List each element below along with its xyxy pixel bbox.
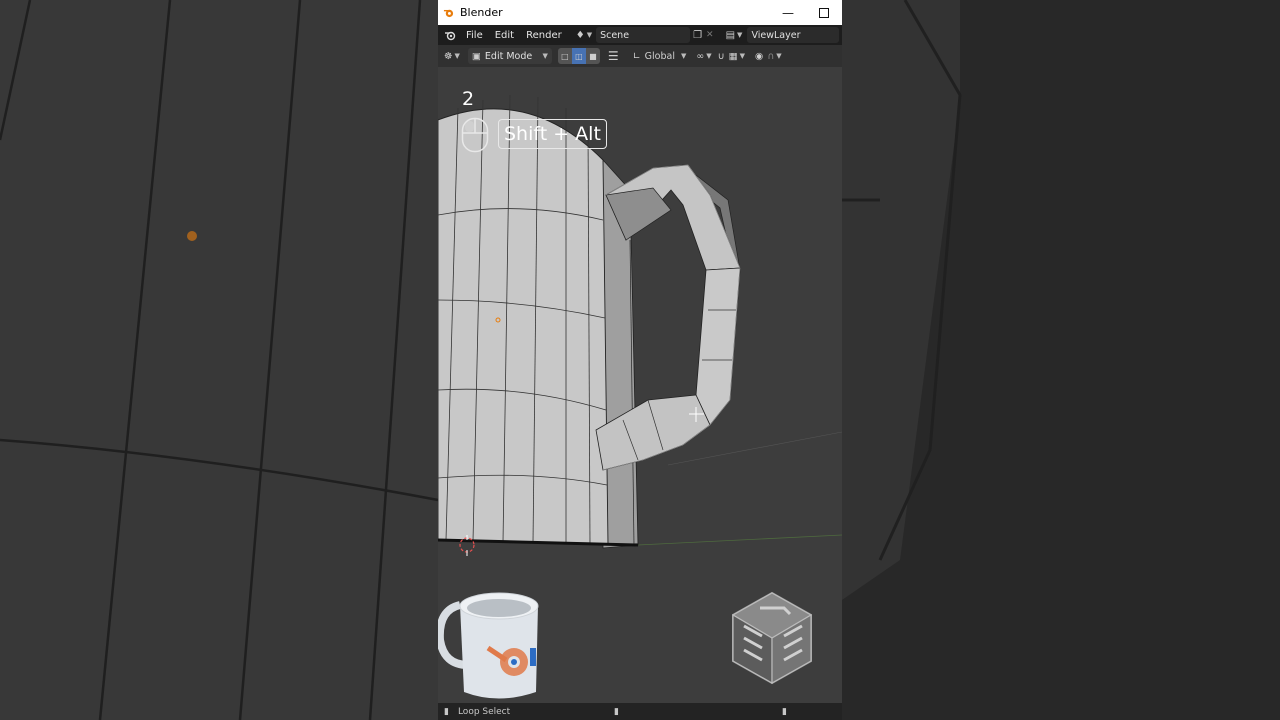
chevron-down-icon: ▼: [739, 52, 746, 60]
menu-render[interactable]: Render: [520, 30, 568, 41]
chevron-down-icon: ▼: [542, 52, 548, 60]
mouse-right-icon: ▮: [782, 706, 787, 717]
blender-logo-icon: [443, 9, 454, 18]
view-layer-name: ViewLayer: [751, 29, 801, 41]
menu-edit[interactable]: Edit: [489, 30, 520, 41]
falloff-icon: ∩: [767, 50, 775, 62]
hamburger-menu-icon[interactable]: ☰: [608, 48, 619, 64]
edge-select-button[interactable]: ◫: [571, 48, 586, 64]
edit-mode-icon: ▣: [471, 50, 481, 62]
window-title: Blender: [460, 6, 503, 19]
mouse-middle-icon: ▮: [614, 706, 619, 717]
mode-selector[interactable]: ▣ Edit Mode ▼: [467, 48, 552, 64]
scene-name-field[interactable]: Scene: [596, 27, 691, 43]
orientation-label: Global: [644, 50, 675, 62]
pivot-icon: ∞: [696, 50, 705, 62]
vertex-select-icon: □: [561, 51, 569, 61]
shortcut-key-badge: Shift + Alt: [498, 119, 607, 149]
view-layer-field[interactable]: ViewLayer: [747, 27, 840, 43]
proportional-edit-icon: ◉: [755, 50, 764, 62]
editor-type-icon: ☸: [444, 50, 453, 62]
blender-window: Blender — File Edit Render ♦ ▼ Scene ❐ ✕ …: [438, 0, 842, 720]
window-titlebar: Blender —: [438, 0, 842, 25]
maximize-icon: [819, 7, 829, 18]
chevron-down-icon: ▼: [680, 52, 687, 60]
keypress-count: 2: [462, 88, 475, 110]
snap-target-button[interactable]: ▦ ▼: [729, 48, 745, 64]
pivot-point-button[interactable]: ∞ ▼: [696, 48, 711, 64]
falloff-button[interactable]: ∩ ▼: [767, 48, 781, 64]
orientation-icon: ∟: [632, 50, 641, 62]
scene-selector[interactable]: ♦ ▼ Scene: [575, 27, 691, 43]
maximize-button[interactable]: [806, 0, 842, 25]
chevron-down-icon: ▼: [737, 31, 743, 39]
mouse-left-icon: ▮: [444, 706, 449, 717]
select-mode-group: □ ◫ ■: [557, 48, 600, 64]
scene-icon: ♦: [575, 29, 585, 41]
chevron-down-icon: ▼: [776, 52, 782, 60]
face-select-icon: ■: [589, 51, 597, 61]
minimize-button[interactable]: —: [770, 0, 806, 25]
snap-target-icon: ▦: [728, 50, 738, 62]
snap-toggle[interactable]: ∪: [718, 48, 725, 64]
menu-file[interactable]: File: [460, 30, 489, 41]
minimize-icon: —: [782, 5, 794, 20]
viewport-scene[interactable]: [438, 67, 842, 703]
status-action-label: Loop Select: [457, 706, 511, 717]
chevron-down-icon: ▼: [586, 31, 593, 39]
mode-label: Edit Mode: [484, 50, 533, 62]
proportional-edit-toggle[interactable]: ◉: [755, 48, 763, 64]
chevron-down-icon: ▼: [706, 52, 712, 60]
transform-orientation-selector[interactable]: ∟ Global ▼: [633, 48, 687, 64]
delete-scene-icon[interactable]: ✕: [706, 30, 714, 40]
magnet-icon: ∪: [717, 50, 725, 62]
chevron-down-icon: ▼: [454, 52, 460, 60]
scene-name: Scene: [600, 29, 630, 41]
face-select-button[interactable]: ■: [585, 48, 600, 64]
blender-menu-icon[interactable]: [444, 29, 456, 41]
viewport-header: ☸ ▼ ▣ Edit Mode ▼ □ ◫ ■ ☰ ∟ Global ▼ ∞ ▼ ∪…: [438, 45, 842, 67]
3d-viewport[interactable]: 2 Shift + Alt: [438, 67, 842, 703]
editor-type-button[interactable]: ☸ ▼: [444, 48, 460, 64]
vertex-select-button[interactable]: □: [557, 48, 572, 64]
view-layer-icon[interactable]: ▤: [726, 30, 735, 41]
edge-select-icon: ◫: [575, 51, 583, 61]
status-bar: ▮ Loop Select ▮ ▮: [438, 703, 842, 720]
new-scene-icon[interactable]: ❐: [693, 30, 702, 41]
top-menu-bar: File Edit Render ♦ ▼ Scene ❐ ✕ ▤ ▼ ViewLay…: [438, 25, 842, 45]
mouse-left-click-icon: [461, 117, 489, 153]
